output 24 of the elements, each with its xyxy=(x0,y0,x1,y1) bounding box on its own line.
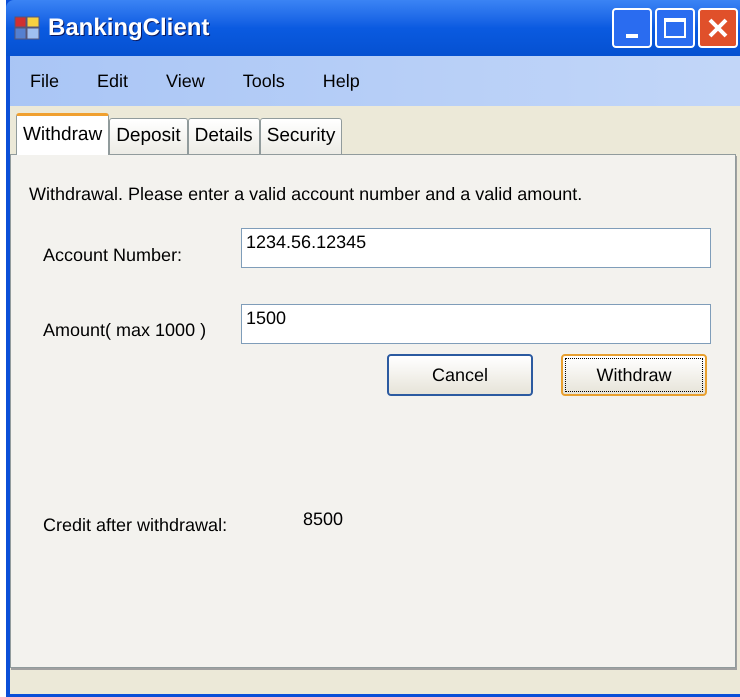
field-label: Account Number: xyxy=(43,244,184,267)
maximize-button[interactable] xyxy=(655,8,695,48)
minimize-button[interactable] xyxy=(612,8,652,48)
tab[interactable]: Deposit xyxy=(109,118,188,154)
tab[interactable]: Withdraw xyxy=(16,113,110,155)
menu-item[interactable]: View xyxy=(166,68,205,94)
tab[interactable]: Security xyxy=(260,118,342,154)
result-value: 8500 xyxy=(303,508,344,531)
tab[interactable]: Details xyxy=(188,118,260,154)
action-button[interactable]: Withdraw xyxy=(561,354,707,396)
window-title: BankingClient xyxy=(48,13,210,43)
text-field[interactable]: 1234.56.12345 xyxy=(241,228,711,268)
menu-item[interactable]: Edit xyxy=(97,68,128,94)
menu-item[interactable]: Tools xyxy=(242,68,285,94)
action-button[interactable]: Cancel xyxy=(387,354,533,396)
menu-item[interactable]: Help xyxy=(322,68,360,94)
result-label: Credit after withdrawal: xyxy=(43,514,228,537)
close-button[interactable] xyxy=(698,8,738,48)
field-label: Amount( max 1000 ) xyxy=(43,319,208,342)
app-icon xyxy=(14,16,40,40)
close-icon xyxy=(707,17,729,39)
text-field[interactable]: 1500 xyxy=(241,304,711,344)
instructions-text: Withdrawal. Please enter a valid account number and a valid amount. xyxy=(29,183,584,206)
menu-item[interactable]: File xyxy=(30,68,60,94)
